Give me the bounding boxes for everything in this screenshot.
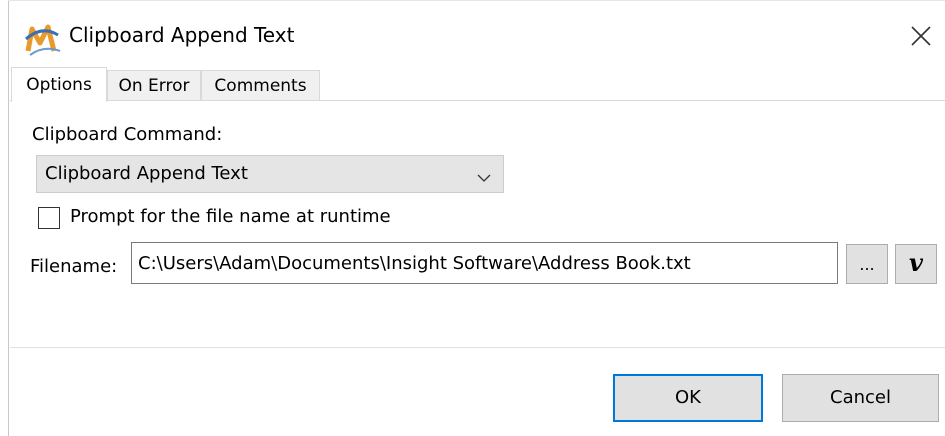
tab-on-error[interactable]: On Error [107, 70, 201, 101]
ok-button[interactable]: OK [613, 374, 763, 422]
chevron-down-icon [477, 168, 491, 187]
clipboard-command-select[interactable]: Clipboard Append Text [36, 155, 504, 193]
filename-field[interactable] [131, 242, 838, 284]
prompt-filename-checkbox[interactable] [38, 207, 60, 229]
close-icon [911, 26, 931, 46]
filename-label: Filename: [30, 256, 118, 277]
title-bar[interactable]: Clipboard Append Text [9, 1, 945, 63]
cancel-button[interactable]: Cancel [782, 374, 939, 422]
clipboard-command-value: Clipboard Append Text [45, 163, 248, 184]
dialog-window: Clipboard Append Text On Error Comments … [0, 0, 945, 436]
close-button[interactable] [903, 19, 939, 53]
window-title: Clipboard Append Text [69, 23, 295, 47]
tab-comments[interactable]: Comments [201, 70, 320, 101]
prompt-filename-label[interactable]: Prompt for the file name at runtime [70, 206, 391, 227]
browse-button[interactable]: ... [846, 244, 888, 284]
tab-options[interactable]: Options [11, 67, 107, 102]
clipboard-command-label: Clipboard Command: [32, 124, 223, 145]
macro-m-icon [24, 21, 62, 57]
window-left-border [8, 0, 9, 436]
insert-variable-button[interactable]: v [895, 244, 937, 284]
